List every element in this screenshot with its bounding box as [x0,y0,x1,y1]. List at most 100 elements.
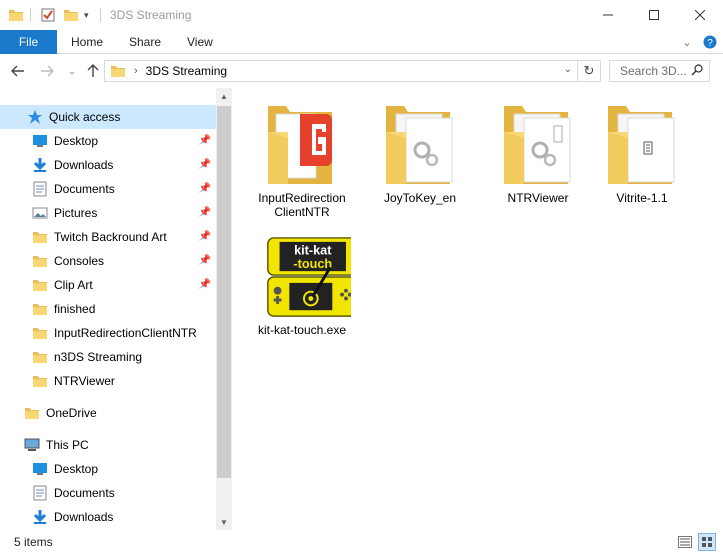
scroll-up-icon[interactable]: ▲ [216,88,232,104]
nav-pc-documents[interactable]: Documents [0,481,215,505]
tab-home[interactable]: Home [57,30,117,54]
scroll-thumb[interactable] [217,106,231,478]
pin-icon[interactable]: 📌 [199,207,211,218]
refresh-button[interactable]: ↻ [578,60,601,82]
nav-documents[interactable]: Documents 📌 [0,177,215,201]
nav-finished[interactable]: finished [0,297,215,321]
folder-icon [110,64,126,78]
close-button[interactable] [677,0,723,30]
tab-share[interactable]: Share [115,30,175,54]
folder-with-logo-icon [268,106,332,184]
details-view-icon[interactable] [676,533,694,551]
title-bar: ▾ 3DS Streaming [0,0,723,30]
maximize-button[interactable] [631,0,677,30]
desktop-icon [32,461,48,477]
back-arrow-icon[interactable] [8,61,28,81]
pin-icon[interactable]: 📌 [199,183,211,194]
file-name: NTRViewer [507,191,569,205]
nav-this-pc[interactable]: This PC [0,433,215,457]
file-item-vitrite-1-1[interactable]: Vitrite-1.1 [587,88,697,208]
large-icons-view-icon[interactable] [698,533,716,551]
minimize-button[interactable] [585,0,631,30]
nav-quick-access[interactable]: Quick access [0,105,216,129]
search-placeholder: Search 3D... [620,64,687,78]
nav-onedrive[interactable]: OneDrive [0,401,215,425]
forward-arrow-icon[interactable] [37,61,57,81]
maximize-icon [649,10,659,20]
recent-locations-icon[interactable]: ⌄ [62,61,82,81]
customize-dropdown-icon[interactable]: ▾ [84,6,89,24]
pin-icon[interactable]: 📌 [199,279,211,290]
status-bar: 5 items [0,530,723,554]
file-item-inputredirectionclientntr[interactable]: InputRedirection ClientNTR [247,88,357,219]
documents-icon [32,181,48,197]
divider [100,8,101,22]
address-row: ⌄ › 3DS Streaming ⌄ ↻ Search 3D... [0,55,723,88]
file-item-ntrviewer[interactable]: NTRViewer [483,88,593,208]
nav-downloads[interactable]: Downloads 📌 [0,153,215,177]
file-item-kit-kat-touch-exe[interactable]: kit-kat -touch kit-kat-touch.exe [247,220,357,340]
folder-icon [32,253,48,269]
file-list: InputRedirection ClientNTR JoyToKey_en N… [232,88,723,530]
scroll-down-icon[interactable]: ▼ [216,514,232,530]
download-arrow-icon [32,157,48,173]
nav-n3ds-streaming[interactable]: n3DS Streaming [0,345,215,369]
nav-inputredirectionclientntr[interactable]: InputRedirectionClientNTR [0,321,215,345]
download-arrow-icon [32,509,48,525]
address-dropdown-icon[interactable]: ⌄ [564,64,572,75]
svg-text:?: ? [707,38,713,49]
folder-icon [32,373,48,389]
file-name: kit-kat-touch.exe [257,323,347,337]
up-arrow-icon[interactable] [83,61,103,81]
nav-pc-downloads[interactable]: Downloads [0,505,215,529]
expand-ribbon-icon[interactable]: ⌄ [679,34,695,50]
window-title: 3DS Streaming [110,8,192,22]
folder-with-doc-icon [608,106,675,184]
file-item-joytokey-en[interactable]: JoyToKey_en [365,88,475,208]
navigation-pane: Quick access Desktop 📌 Downloads 📌 Docum… [0,88,232,530]
nav-pc-desktop[interactable]: Desktop [0,457,215,481]
folder-icon [24,405,40,421]
documents-icon [32,485,48,501]
close-icon [695,10,705,20]
file-name: InputRedirection ClientNTR [258,191,346,219]
folder-icon[interactable] [8,6,24,24]
pin-icon[interactable]: 📌 [199,159,211,170]
pin-icon[interactable]: 📌 [199,231,211,242]
folder-icon [32,301,48,317]
address-bar[interactable]: › 3DS Streaming ⌄ [104,60,578,82]
nav-scrollbar[interactable]: ▲ ▼ [216,88,232,530]
properties-icon[interactable] [40,6,56,24]
pin-icon[interactable]: 📌 [199,135,211,146]
logo-text-line2: -touch [293,257,332,271]
divider [30,8,31,22]
nav-twitch-backround-art[interactable]: Twitch Backround Art 📌 [0,225,215,249]
chevron-right-icon[interactable]: › [134,65,138,77]
folder-with-gears-icon [386,106,453,184]
folder-icon [32,229,48,245]
folder-icon [32,277,48,293]
pin-icon[interactable]: 📌 [199,255,211,266]
minimize-icon [603,14,613,16]
folder-with-gears-icon [504,106,571,184]
tab-file[interactable]: File [0,30,57,54]
file-name: Vitrite-1.1 [616,191,668,205]
item-count: 5 items [14,535,53,549]
nav-desktop[interactable]: Desktop 📌 [0,129,215,153]
logo-text-line1: kit-kat [294,244,332,258]
ribbon-tabs: File Home Share View ⌄ ? [0,30,723,54]
nav-clip-art[interactable]: Clip Art 📌 [0,273,215,297]
nav-pictures[interactable]: Pictures 📌 [0,201,215,225]
tab-view[interactable]: View [173,30,227,54]
3ds-console-icon: kit-kat -touch [267,237,351,317]
file-name: JoyToKey_en [383,191,457,205]
help-icon[interactable]: ? [702,34,718,50]
search-input[interactable]: Search 3D... [609,60,710,82]
nav-consoles[interactable]: Consoles 📌 [0,249,215,273]
star-icon [27,109,43,125]
breadcrumb-current[interactable]: 3DS Streaming [146,64,227,78]
new-folder-icon[interactable] [63,6,79,24]
nav-ntrviewer[interactable]: NTRViewer [0,369,215,393]
search-icon[interactable] [691,64,703,80]
computer-icon [24,437,40,453]
